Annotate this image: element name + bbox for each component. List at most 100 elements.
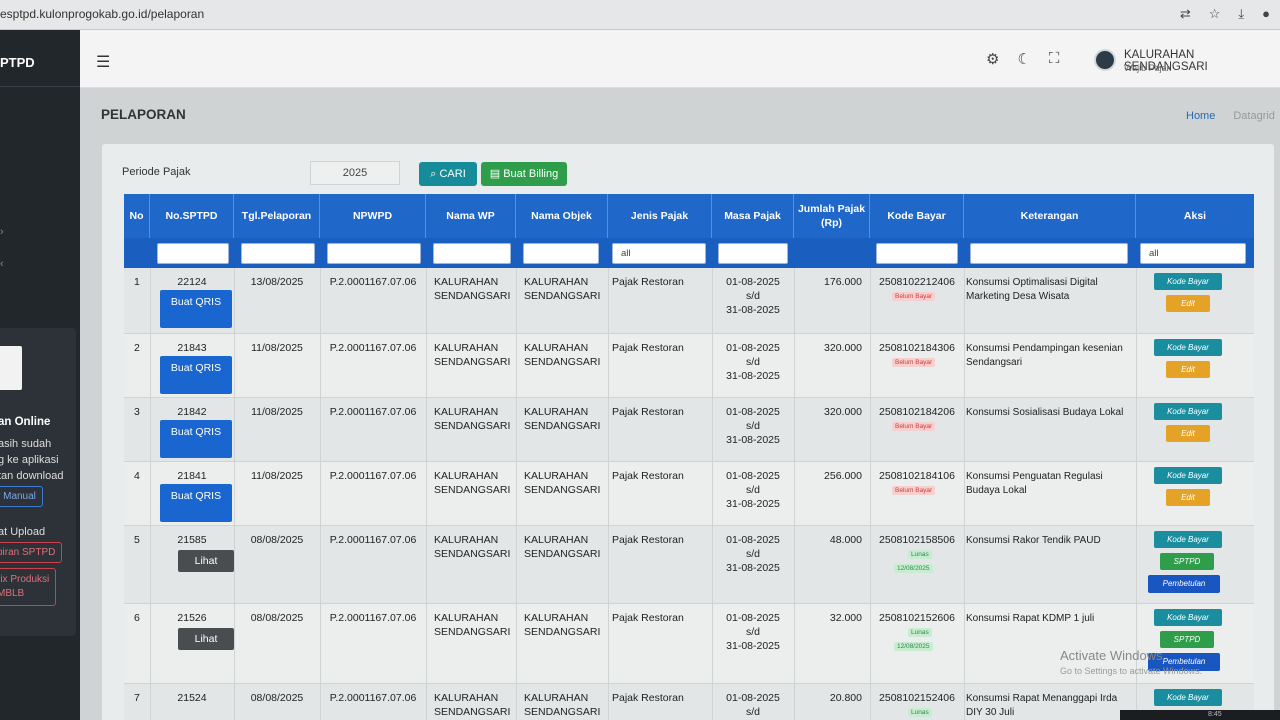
- search-button[interactable]: ⌕ CARI: [419, 162, 477, 186]
- table-row: 3 21842 11/08/2025 P.2.0001167.07.06 KALURAH…: [124, 398, 1254, 462]
- create-billing-button[interactable]: ▤ Buat Billing: [481, 162, 567, 186]
- col-tgl[interactable]: Tgl.Pelaporan: [234, 194, 320, 238]
- column-divider: [964, 526, 965, 604]
- filter-tgl-input[interactable]: [241, 243, 315, 264]
- column-divider: [516, 268, 517, 334]
- upload-sptpd-button[interactable]: piran SPTPD: [0, 542, 63, 563]
- sidebar: PTPD › ‹ an Online asih sudah g ke aplik…: [0, 30, 80, 720]
- moon-icon[interactable]: ☾: [1017, 50, 1030, 68]
- row-jumlah: 48.000: [829, 534, 862, 546]
- col-masa[interactable]: Masa Pajak: [712, 194, 794, 238]
- filter-npwpd-input[interactable]: [327, 243, 421, 264]
- view-button[interactable]: Lihat: [178, 628, 234, 650]
- col-sptpd[interactable]: No.SPTPD: [150, 194, 234, 238]
- sidebar-item-icon[interactable]: ›: [0, 226, 4, 238]
- kode-bayar-button[interactable]: Kode Bayar: [1154, 339, 1222, 356]
- col-nama-wp[interactable]: Nama WP: [426, 194, 516, 238]
- create-qris-button[interactable]: Buat QRIS: [160, 290, 232, 328]
- column-divider: [1136, 398, 1137, 462]
- breadcrumb-home[interactable]: Home: [1186, 110, 1215, 122]
- sidebar-brand[interactable]: PTPD: [0, 55, 35, 70]
- view-button[interactable]: Lihat: [178, 550, 234, 572]
- topbar-icons: ⚙ ☾ ⛶: [986, 50, 1059, 68]
- row-jumlah: 320.000: [824, 342, 862, 354]
- table-row: 5 21585 08/08/2025 P.2.0001167.07.06 KALURAH…: [124, 526, 1254, 604]
- filter-aksi-select[interactable]: all: [1140, 243, 1246, 264]
- row-tgl: 11/08/2025: [251, 470, 303, 482]
- table-row: 7 21524 08/08/2025 P.2.0001167.07.06 KALURAH…: [124, 684, 1254, 720]
- row-wp-line2: SENDANGSARI: [434, 356, 511, 368]
- row-sptpd: 21841: [177, 470, 207, 482]
- col-jenis[interactable]: Jenis Pajak: [608, 194, 712, 238]
- pembetulan-button[interactable]: Pembetulan: [1148, 575, 1220, 593]
- row-masa-end: 31-08-2025: [726, 370, 780, 382]
- sidebar-item-icon[interactable]: ‹: [0, 258, 4, 270]
- create-qris-button[interactable]: Buat QRIS: [160, 484, 232, 522]
- filter-objek-input[interactable]: [523, 243, 599, 264]
- col-npwpd[interactable]: NPWPD: [320, 194, 426, 238]
- sptpd-button[interactable]: SPTPD: [1160, 631, 1214, 648]
- gear-icon[interactable]: ⚙: [986, 50, 999, 68]
- filter-jenis-select[interactable]: all: [612, 243, 706, 264]
- row-masa-end: 31-08-2025: [726, 498, 780, 510]
- column-divider: [964, 604, 965, 684]
- star-icon[interactable]: ☆: [1209, 6, 1221, 22]
- row-objek-line2: SENDANGSARI: [524, 290, 601, 302]
- filter-keterangan-input[interactable]: [970, 243, 1128, 264]
- row-objek-line1: KALURAHAN: [524, 276, 589, 288]
- browser-address-bar: esptpd.kulonprogokab.go.id/pelaporan ⇄ ☆…: [0, 0, 1280, 30]
- filter-row: all all: [124, 238, 1254, 268]
- column-divider: [964, 334, 965, 398]
- filter-masa-input[interactable]: [718, 243, 788, 264]
- edit-button[interactable]: Edit: [1166, 425, 1210, 442]
- menu-icon[interactable]: ☰: [96, 52, 110, 72]
- row-objek-line1: KALURAHAN: [524, 406, 589, 418]
- edit-button[interactable]: Edit: [1166, 361, 1210, 378]
- column-divider: [516, 398, 517, 462]
- create-qris-button[interactable]: Buat QRIS: [160, 356, 232, 394]
- upload-matrix-button[interactable]: rix Produksi MBLB: [0, 568, 57, 606]
- status-badge: Lunas: [908, 628, 932, 637]
- translate-icon[interactable]: ⇄: [1180, 6, 1191, 22]
- kode-bayar-button[interactable]: Kode Bayar: [1154, 609, 1222, 626]
- col-jumlah[interactable]: Jumlah Pajak (Rp): [794, 194, 870, 238]
- filter-sptpd-input[interactable]: [157, 243, 229, 264]
- kode-bayar-button[interactable]: Kode Bayar: [1154, 273, 1222, 290]
- fullscreen-icon[interactable]: ⛶: [1049, 50, 1060, 68]
- row-tgl: 11/08/2025: [251, 342, 303, 354]
- periode-select[interactable]: 2025: [310, 161, 400, 185]
- table-row: 1 22124 13/08/2025 P.2.0001167.07.06 KALURAH…: [124, 268, 1254, 334]
- download-icon[interactable]: ⤓: [1238, 6, 1244, 22]
- row-sptpd: 22124: [177, 276, 207, 288]
- kode-bayar-button[interactable]: Kode Bayar: [1154, 467, 1222, 484]
- row-npwpd: P.2.0001167.07.06: [329, 342, 417, 354]
- user-role: Wajib Pajak: [1124, 63, 1172, 73]
- create-qris-button[interactable]: Buat QRIS: [160, 420, 232, 458]
- avatar[interactable]: [1094, 49, 1116, 71]
- row-jumlah: 20.800: [829, 692, 862, 704]
- row-no: 1: [134, 276, 140, 288]
- table-row: 2 21843 11/08/2025 P.2.0001167.07.06 KALURAH…: [124, 334, 1254, 398]
- col-no[interactable]: No: [124, 194, 150, 238]
- kode-bayar-button[interactable]: Kode Bayar: [1154, 531, 1222, 548]
- kode-bayar-button[interactable]: Kode Bayar: [1154, 689, 1222, 706]
- status-badge: Belum Bayar: [892, 292, 936, 301]
- filter-wp-input[interactable]: [433, 243, 511, 264]
- row-npwpd: P.2.0001167.07.06: [329, 276, 417, 288]
- row-wp-line2: SENDANGSARI: [434, 290, 511, 302]
- profile-icon[interactable]: ●: [1262, 6, 1270, 22]
- url-text[interactable]: esptpd.kulonprogokab.go.id/pelaporan: [0, 7, 204, 21]
- col-keterangan[interactable]: Keterangan: [964, 194, 1136, 238]
- row-objek-line2: SENDANGSARI: [524, 356, 601, 368]
- kode-bayar-button[interactable]: Kode Bayar: [1154, 403, 1222, 420]
- column-divider: [426, 526, 427, 604]
- edit-button[interactable]: Edit: [1166, 295, 1210, 312]
- row-no: 2: [134, 342, 140, 354]
- filter-kode-input[interactable]: [876, 243, 958, 264]
- row-jenis: Pajak Restoran: [612, 612, 684, 624]
- manual-button[interactable]: r Manual: [0, 486, 43, 507]
- col-nama-objek[interactable]: Nama Objek: [516, 194, 608, 238]
- sptpd-button[interactable]: SPTPD: [1160, 553, 1214, 570]
- edit-button[interactable]: Edit: [1166, 489, 1210, 506]
- col-kode[interactable]: Kode Bayar: [870, 194, 964, 238]
